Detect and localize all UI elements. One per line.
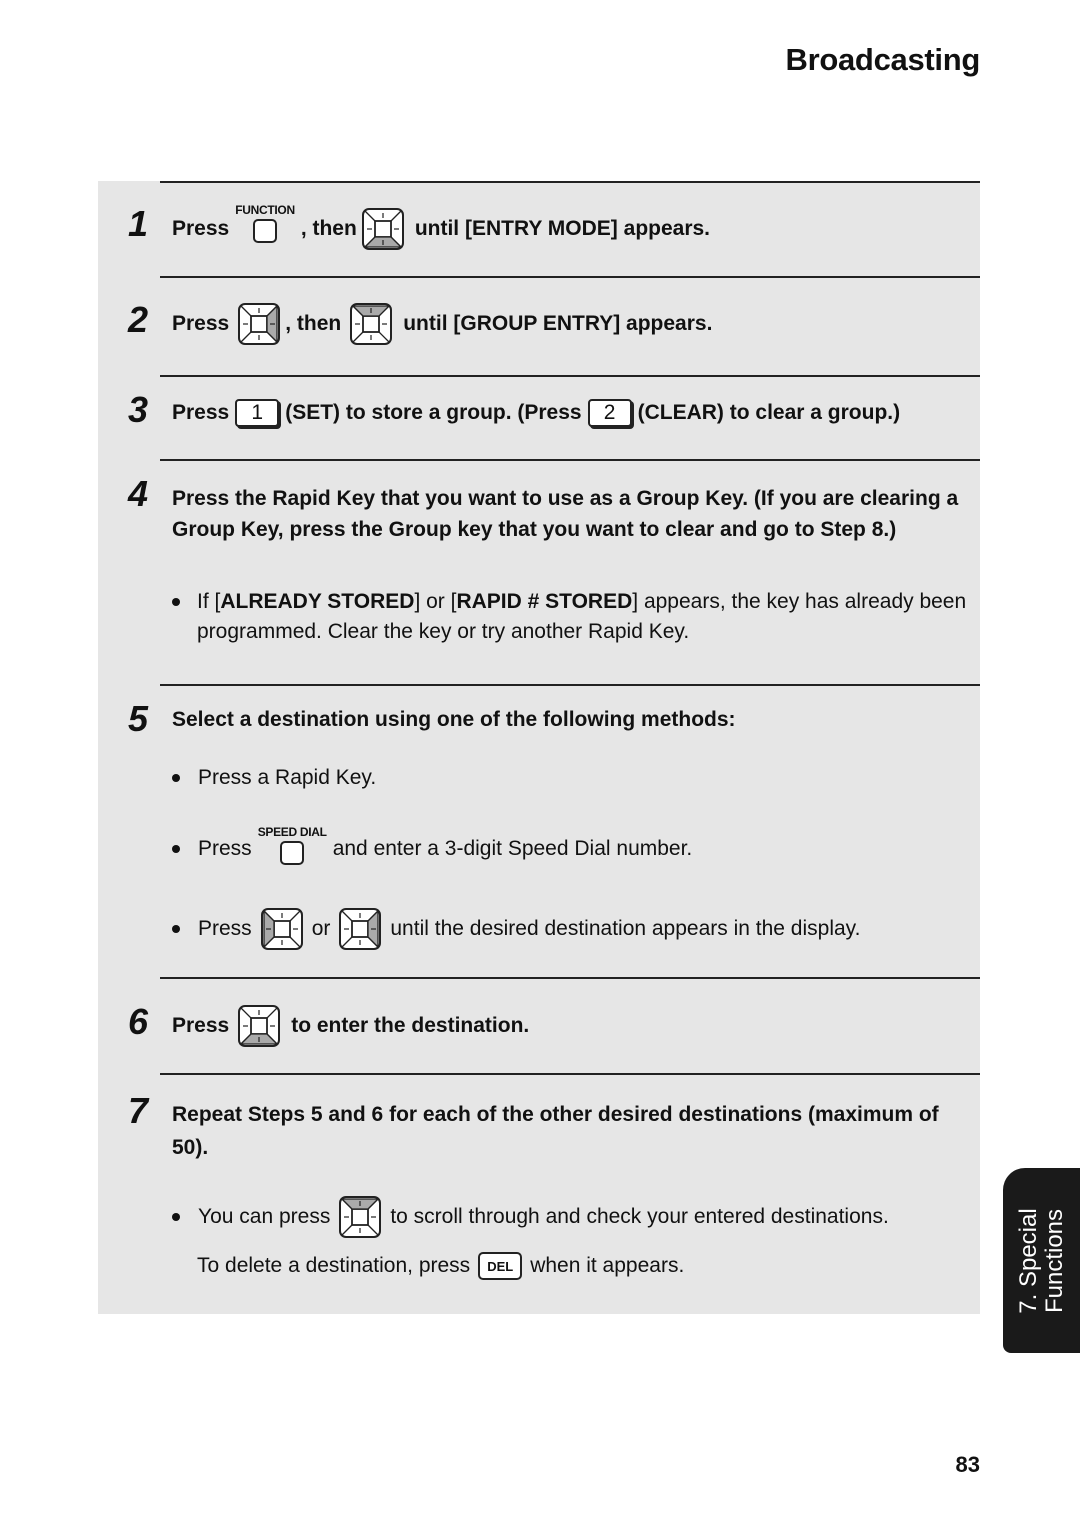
navigation-down-key-icon (361, 208, 404, 250)
navigation-right-key-icon (339, 908, 382, 950)
step-text: , then (285, 312, 342, 335)
step-text: (SET) to store a group. (Press (285, 401, 582, 424)
step-text: Select a destination using one of the fo… (172, 708, 736, 731)
bullet-continuation: To delete a destination, press DEL when … (197, 1248, 684, 1284)
step-text: Press (172, 401, 230, 424)
step-text: , then (300, 217, 357, 240)
divider (160, 1073, 980, 1075)
bullet-text: If [ALREADY STORED] or [RAPID # STORED] … (197, 590, 967, 643)
step-text: Repeat Steps 5 and 6 for each of the oth… (172, 1103, 939, 1159)
divider (160, 684, 980, 686)
divider (160, 459, 980, 461)
step-number: 6 (128, 1001, 149, 1042)
chapter-tab[interactable]: 7. Special Functions (1003, 1168, 1080, 1353)
key-1-icon: 1 (235, 399, 280, 427)
speed-dial-key-icon: SPEED DIAL (258, 825, 327, 865)
divider (160, 375, 980, 377)
step-text: until [ENTRY MODE] appears. (414, 217, 711, 240)
del-key-icon: DEL (478, 1252, 523, 1280)
step-text: Press (172, 1014, 230, 1037)
navigation-left-key-icon (260, 908, 303, 950)
key-label: FUNCTION (235, 203, 295, 217)
function-key-icon: FUNCTION (235, 203, 295, 243)
navigation-up-key-icon (350, 303, 393, 345)
navigation-up-key-icon (339, 1196, 382, 1238)
page-title: Broadcasting (785, 42, 981, 77)
step-number: 1 (128, 203, 149, 244)
instructions-panel: 1 Press FUNCTION , then until [ENTRY MOD… (98, 181, 980, 1314)
page-number: 83 (955, 1452, 980, 1477)
bullet-item: Press SPEED DIAL and enter a 3-digit Spe… (172, 824, 692, 874)
step-text: Press (172, 217, 230, 240)
bullet-item: You can press to scroll through and chec… (172, 1192, 889, 1242)
step-text: (CLEAR) to clear a group.) (637, 401, 901, 424)
chapter-tab-label: 7. Special Functions (1014, 1207, 1068, 1314)
bullet-item: Press a Rapid Key. (172, 766, 376, 790)
divider (160, 276, 980, 278)
step-number: 4 (128, 473, 149, 514)
step-number: 7 (128, 1090, 149, 1131)
step-text: Press the Rapid Key that you want to use… (172, 487, 959, 541)
divider (160, 977, 980, 979)
step-number: 2 (128, 299, 149, 340)
key-2-icon: 2 (587, 399, 632, 427)
step-number: 3 (128, 389, 149, 430)
navigation-down-key-icon (238, 1005, 281, 1047)
navigation-right-key-icon (238, 303, 281, 345)
bullet-item: Press or until the desired destination a… (172, 904, 860, 954)
step-text: until [GROUP ENTRY] appears. (403, 312, 713, 335)
step-text: to enter the destination. (291, 1014, 530, 1037)
divider (160, 181, 980, 183)
step-number: 5 (128, 698, 149, 739)
step-text: Press (172, 312, 230, 335)
